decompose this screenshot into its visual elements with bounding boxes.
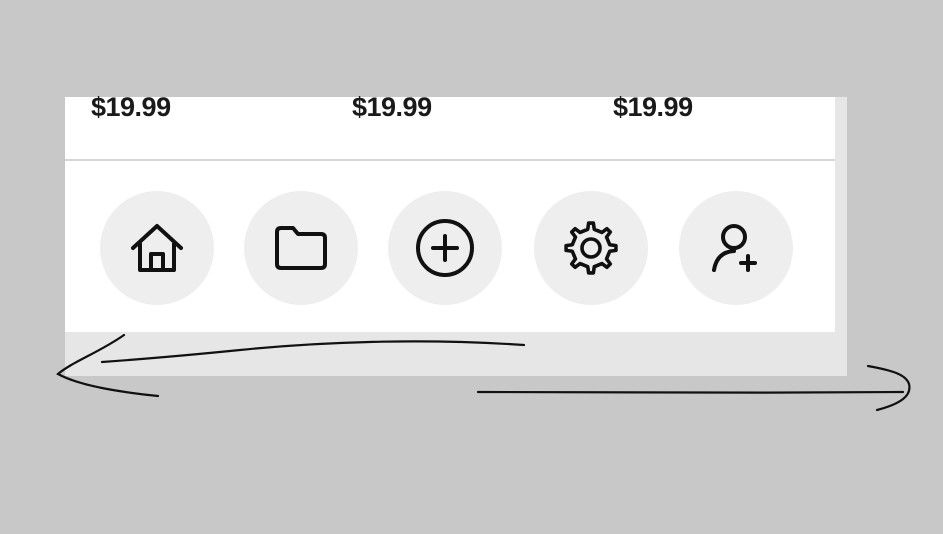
product-price: $19.99: [613, 92, 693, 122]
add-user-button[interactable]: [679, 191, 793, 305]
product-price-row: $19.99 $19.99 $19.99: [65, 92, 835, 159]
folder-button[interactable]: [244, 191, 358, 305]
content-panel: $19.99 $19.99 $19.99: [65, 92, 835, 332]
folder-icon: [275, 226, 327, 270]
plus-circle-icon: [416, 219, 474, 277]
product-price: $19.99: [352, 92, 432, 122]
add-button[interactable]: [388, 191, 502, 305]
app-screen: $19.99 $19.99 $19.99: [65, 92, 847, 376]
home-icon: [131, 224, 183, 272]
product-price: $19.99: [91, 92, 171, 122]
add-user-icon: [712, 224, 757, 272]
canvas: $19.99 $19.99 $19.99: [0, 0, 943, 534]
gear-icon: [564, 221, 618, 275]
settings-button[interactable]: [534, 191, 648, 305]
home-button[interactable]: [100, 191, 214, 305]
bottom-nav-bar: [65, 161, 835, 332]
